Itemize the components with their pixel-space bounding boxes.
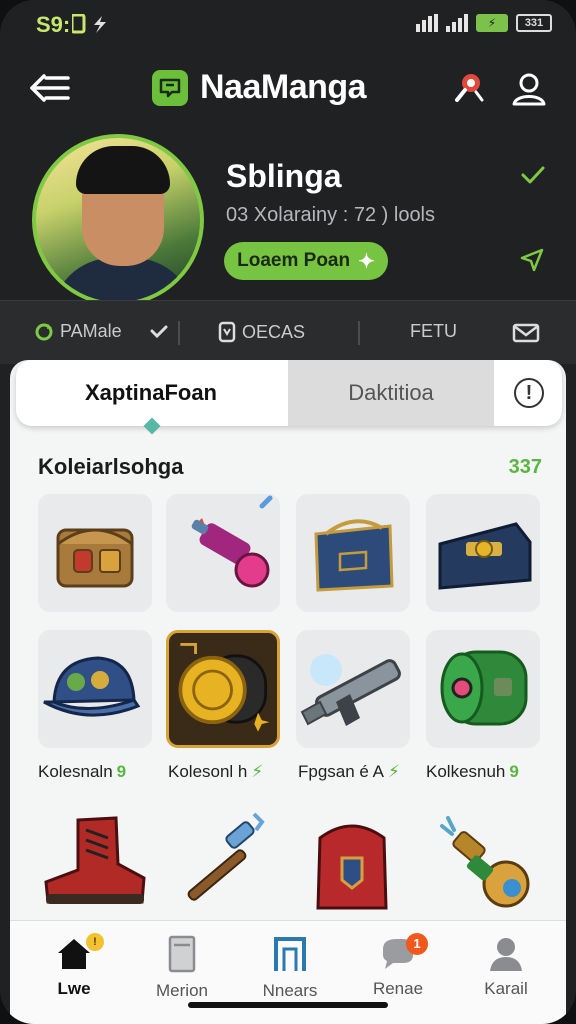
- profile-action-button[interactable]: Loaem Poan ✦: [224, 242, 388, 280]
- status-icons-right: ⚡ 331: [416, 14, 552, 32]
- nav-home[interactable]: Lwe !: [24, 933, 124, 1005]
- item-silver-blaster[interactable]: [296, 630, 410, 748]
- home-indicator[interactable]: [188, 1002, 388, 1008]
- silver-blaster-icon: [300, 654, 401, 726]
- blue-cap-icon: [43, 656, 141, 717]
- red-backpack-icon: [316, 824, 388, 910]
- nav-nnears[interactable]: Nnears: [240, 935, 340, 1005]
- item-blue-bag[interactable]: [296, 494, 410, 612]
- back-menu-icon[interactable]: [28, 68, 72, 108]
- profile-meta-row: PAMale OECAS FETU: [0, 300, 576, 364]
- status-icons-left: [72, 14, 106, 34]
- nav-merion[interactable]: Merion: [132, 935, 232, 1005]
- nav-label: Karail: [484, 979, 528, 998]
- treasure-chest-icon: [56, 528, 134, 588]
- shield-icon: [218, 321, 236, 343]
- meta-item-feed[interactable]: FETU: [410, 321, 457, 342]
- profile-stats: 03 Xolarainy : 72 ) lools: [226, 204, 436, 226]
- signal-icon: [416, 14, 438, 32]
- phone-screen: S9: ⚡ 331 NaaManga Sblinga 03 Xolarainy …: [0, 0, 576, 1024]
- golden-scepter-icon: [440, 816, 530, 908]
- notification-badge: 1: [406, 933, 428, 955]
- profile-person-icon: [490, 938, 522, 971]
- profile-button-label: Loaem Poan: [237, 250, 351, 271]
- nav-label: Renae: [372, 979, 424, 998]
- avatar[interactable]: [32, 134, 204, 306]
- item-treasure-chest[interactable]: [38, 494, 152, 612]
- magic-cannon-icon: [191, 495, 273, 588]
- meta-item-stats[interactable]: OECAS: [218, 321, 305, 343]
- item-label: Kolesonl h ⚡: [168, 762, 264, 781]
- item-magic-cannon[interactable]: [166, 494, 280, 612]
- nav-label: Lwe: [57, 979, 91, 998]
- info-icon[interactable]: !: [514, 378, 544, 408]
- app-logo-icon: [152, 70, 188, 106]
- item-label: Kolesnaln 9: [38, 762, 127, 781]
- nav-karail[interactable]: Karail: [456, 935, 556, 1005]
- nav-label: Merion: [156, 981, 208, 1000]
- blue-bag-icon: [314, 519, 394, 592]
- chevron-check-icon: [150, 325, 168, 338]
- item-label: Kolkesnuh 9: [426, 762, 519, 781]
- item-golden-spool[interactable]: [166, 630, 280, 748]
- item-green-drum[interactable]: [426, 630, 540, 748]
- item-label: Fpgsan é A ⚡: [298, 762, 400, 781]
- meta-divider: [358, 321, 360, 345]
- item-wand[interactable]: [166, 808, 280, 926]
- status-bar: S9: ⚡ 331: [0, 10, 576, 40]
- green-drum-icon: [440, 650, 528, 726]
- mail-icon[interactable]: [512, 323, 540, 343]
- app-title: NaaManga: [200, 68, 367, 106]
- section-count: 337: [508, 456, 542, 478]
- plus-spark-icon: ✦: [358, 250, 375, 273]
- item-red-backpack[interactable]: [296, 808, 410, 926]
- collection-card: XaptinaFoan Daktitioa ! Koleiarlsohga 33…: [10, 360, 566, 960]
- user-profile-icon[interactable]: [510, 70, 548, 108]
- wand-icon: [187, 812, 265, 901]
- meta-item-gender[interactable]: PAMale: [34, 321, 168, 342]
- bottom-navigation: Lwe ! Merion Nnears Renae 1 Karail: [10, 920, 566, 1024]
- document-icon: [168, 935, 196, 973]
- section-title: Koleiarlsohga: [38, 454, 184, 479]
- check-icon[interactable]: [520, 164, 546, 186]
- nav-renae[interactable]: Renae 1: [348, 933, 448, 1005]
- search-icon[interactable]: [452, 70, 488, 106]
- status-time: S9:: [36, 12, 71, 37]
- tab-active[interactable]: XaptinaFoan: [16, 360, 286, 426]
- meta-item-label: PAMale: [60, 321, 122, 341]
- refresh-icon: [35, 323, 53, 340]
- red-boot-icon: [44, 816, 146, 904]
- charging-icon: ⚡: [476, 14, 508, 32]
- tab-inactive[interactable]: Daktitioa: [288, 360, 494, 426]
- item-red-boot[interactable]: [38, 808, 152, 926]
- item-navy-case[interactable]: [426, 494, 540, 612]
- profile-name: Sblinga: [226, 158, 342, 194]
- nav-label: Nnears: [262, 981, 318, 1000]
- tab-bar: XaptinaFoan Daktitioa !: [16, 360, 562, 426]
- navy-case-icon: [438, 522, 532, 590]
- battery-indicator: 331: [516, 14, 552, 32]
- item-blue-cap[interactable]: [38, 630, 152, 748]
- meta-item-label: OECAS: [242, 321, 306, 342]
- gate-icon: [274, 937, 306, 971]
- app-header: NaaManga: [0, 60, 576, 120]
- wifi-bars-icon: [446, 14, 468, 32]
- send-icon[interactable]: [520, 248, 544, 272]
- notification-badge: !: [86, 933, 104, 951]
- golden-spool-icon: [178, 643, 270, 732]
- item-golden-scepter[interactable]: [426, 808, 540, 926]
- meta-divider: [178, 321, 180, 345]
- meta-item-label: FETU: [410, 321, 457, 341]
